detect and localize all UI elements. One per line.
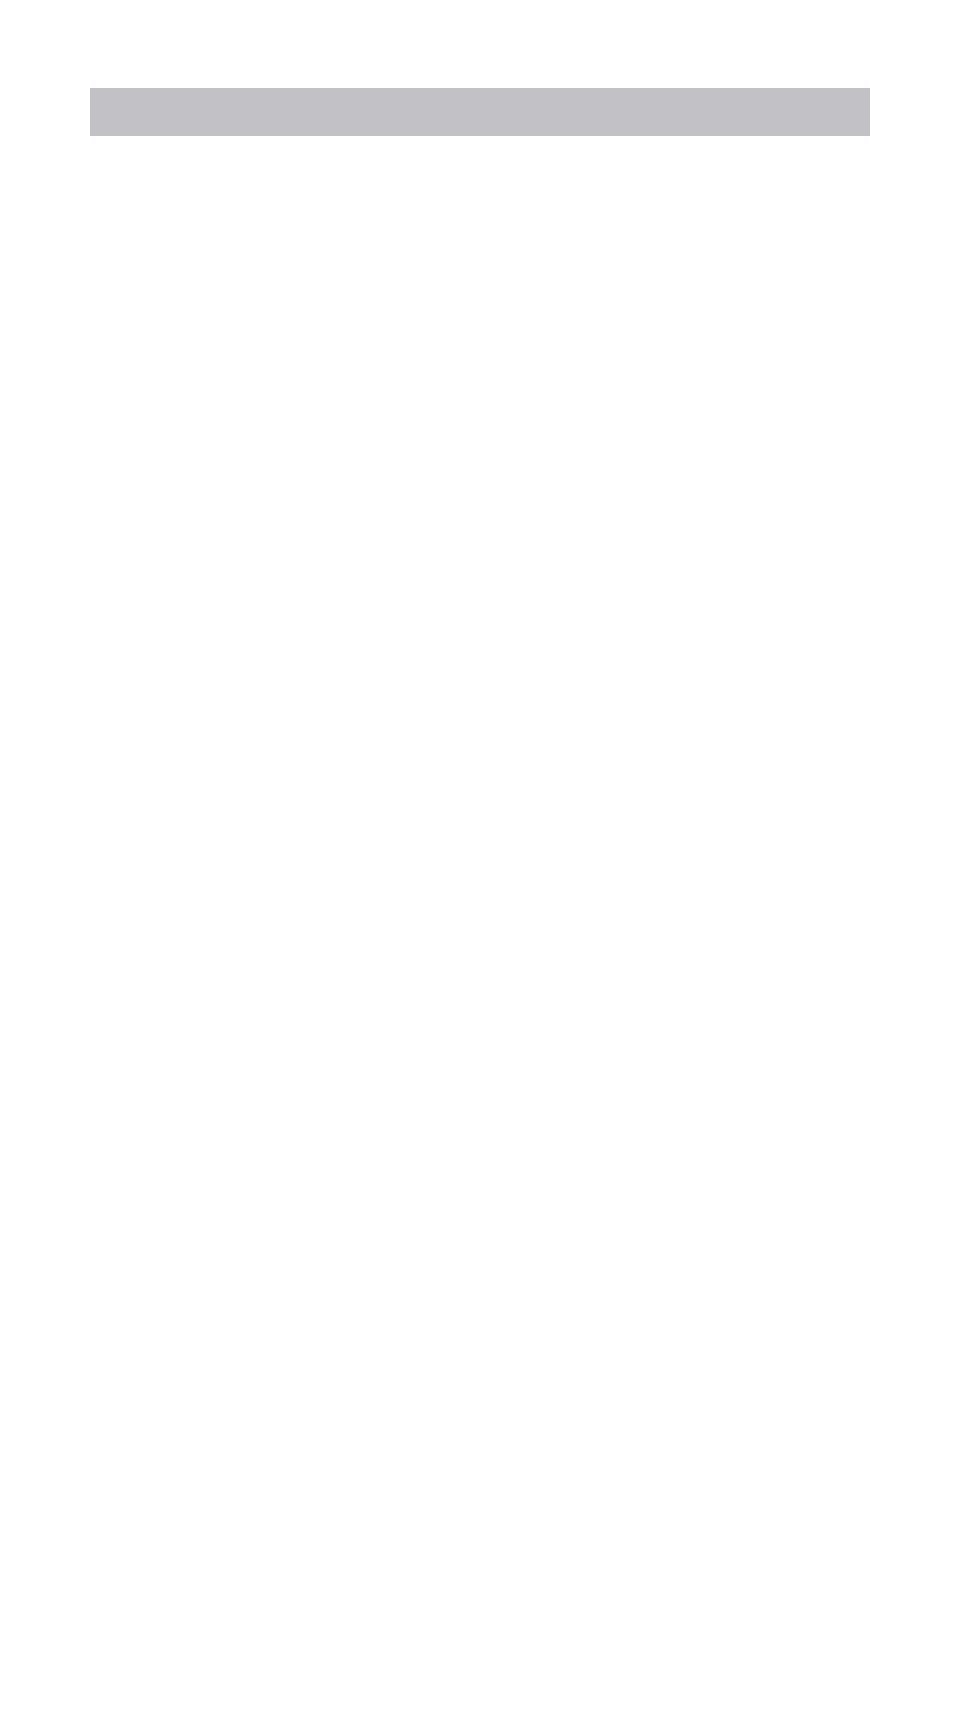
spacer xyxy=(110,186,850,226)
body-content xyxy=(110,186,850,226)
definition-box xyxy=(90,88,870,136)
